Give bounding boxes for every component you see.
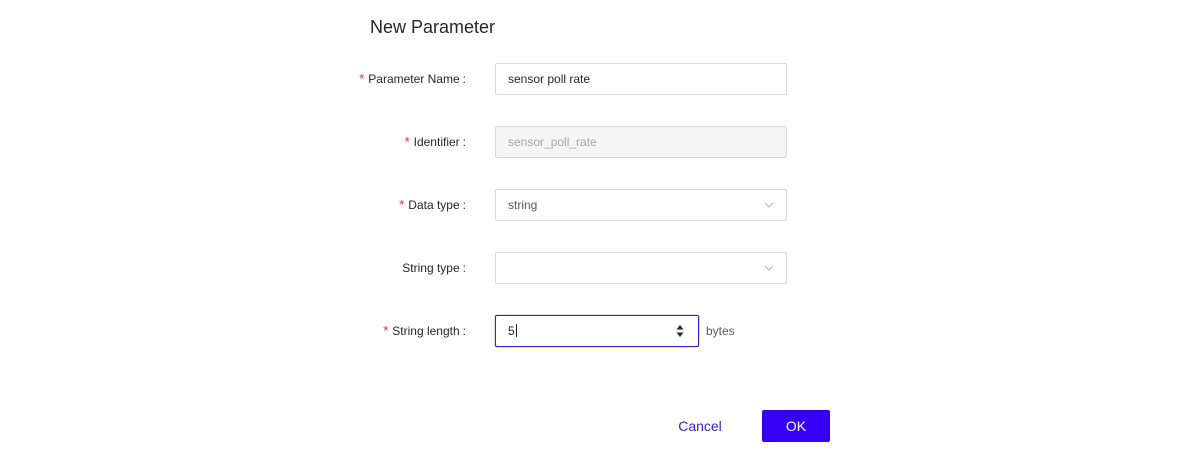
data-type-label: * Data type: — [399, 189, 466, 221]
label-colon: : — [462, 261, 466, 275]
string-length-label-text: String length — [392, 324, 460, 338]
parameter-name-value: sensor poll rate — [508, 72, 591, 86]
ok-button[interactable]: OK — [762, 410, 830, 442]
form-row-string-type: String type: — [0, 252, 1200, 284]
stepper-arrows-icon[interactable] — [676, 324, 684, 338]
form-row-string-length: * String length: 5 bytes — [0, 315, 1200, 347]
new-parameter-dialog: New Parameter * Parameter Name: sensor po… — [0, 0, 1200, 459]
cancel-button[interactable]: Cancel — [666, 410, 734, 442]
text-caret — [515, 324, 517, 338]
string-length-value: 5 — [508, 324, 515, 338]
form-row-parameter-name: * Parameter Name: sensor poll rate — [0, 63, 1200, 95]
label-colon: : — [462, 198, 466, 212]
parameter-name-label: * Parameter Name: — [359, 63, 466, 95]
string-type-select[interactable] — [495, 252, 787, 284]
string-type-label-text: String type — [402, 261, 460, 275]
chevron-down-icon — [764, 202, 774, 208]
string-length-value-wrap: 5 — [508, 316, 517, 346]
required-mark: * — [383, 323, 389, 338]
identifier-value: sensor_poll_rate — [508, 135, 597, 149]
required-mark: * — [404, 134, 410, 149]
data-type-value: string — [508, 198, 538, 212]
string-type-label: String type: — [402, 252, 466, 284]
identifier-input: sensor_poll_rate — [495, 126, 787, 158]
label-colon: : — [462, 72, 466, 86]
identifier-label-text: Identifier — [413, 135, 460, 149]
required-mark: * — [399, 197, 405, 212]
identifier-label: * Identifier: — [405, 126, 466, 158]
dialog-title: New Parameter — [370, 17, 496, 37]
string-length-input[interactable]: 5 — [495, 315, 699, 347]
parameter-name-input[interactable]: sensor poll rate — [495, 63, 787, 95]
chevron-down-icon — [764, 265, 774, 271]
label-colon: : — [462, 135, 466, 149]
label-colon: : — [462, 324, 466, 338]
form-row-data-type: * Data type: string — [0, 189, 1200, 221]
string-length-unit: bytes — [706, 324, 735, 338]
data-type-label-text: Data type — [408, 198, 460, 212]
required-mark: * — [359, 71, 365, 86]
form-row-identifier: * Identifier: sensor_poll_rate — [0, 126, 1200, 158]
data-type-select[interactable]: string — [495, 189, 787, 221]
string-length-label: * String length: — [383, 315, 466, 347]
parameter-name-label-text: Parameter Name — [368, 72, 460, 86]
